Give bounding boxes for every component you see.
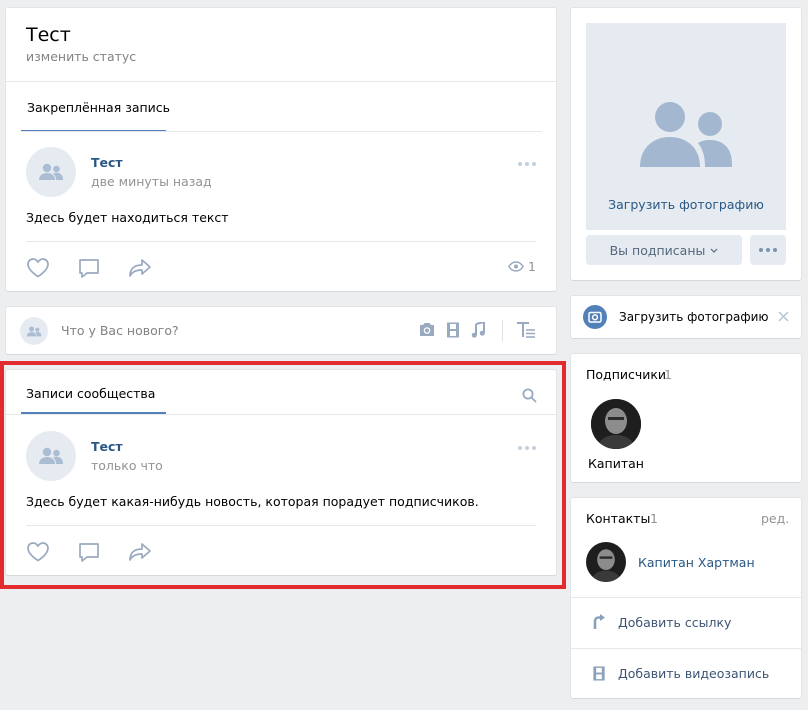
camera-icon[interactable]	[418, 322, 436, 337]
group-icon	[38, 447, 64, 465]
post-time[interactable]: две минуты назад	[91, 174, 212, 189]
page-title: Тест	[26, 24, 71, 46]
like-icon[interactable]	[26, 257, 50, 278]
post-author-avatar[interactable]	[26, 431, 76, 481]
comment-icon[interactable]	[78, 542, 100, 563]
comment-icon[interactable]	[78, 258, 100, 279]
subscribed-label: Вы подписаны	[609, 242, 706, 258]
post-text: Здесь будет находиться текст	[26, 210, 229, 225]
cover-card: Загрузить фотографию Вы подписаны	[571, 8, 801, 280]
post-composer: Что у Вас нового?	[6, 307, 556, 354]
status-edit-link[interactable]: изменить статус	[26, 49, 136, 64]
search-icon[interactable]	[522, 388, 537, 403]
contacts-title[interactable]: Контакты	[586, 511, 650, 526]
cover-upload-area[interactable]: Загрузить фотографию	[586, 23, 786, 230]
subscribed-button[interactable]: Вы подписаны	[586, 235, 742, 265]
music-icon[interactable]	[471, 322, 485, 338]
upload-notice: Загрузить фотографию	[571, 296, 801, 338]
add-video-button[interactable]: Добавить видеозапись	[618, 666, 769, 681]
camera-icon	[583, 305, 607, 329]
add-link-button[interactable]: Добавить ссылку	[618, 615, 731, 630]
views-icon	[508, 261, 524, 272]
chevron-down-icon	[710, 248, 718, 253]
upload-photo-link[interactable]: Загрузить фотографию	[586, 197, 786, 212]
share-icon[interactable]	[128, 542, 152, 562]
video-icon[interactable]	[446, 322, 460, 338]
followers-title[interactable]: Подписчики	[586, 367, 666, 382]
post-author-name[interactable]: Тест	[91, 155, 123, 170]
composer-input[interactable]: Что у Вас нового?	[61, 323, 179, 338]
post-author-avatar[interactable]	[26, 147, 76, 197]
more-options-icon	[758, 247, 778, 253]
views-count: 1	[528, 259, 536, 274]
close-icon[interactable]	[778, 311, 789, 322]
contacts-edit-link[interactable]: ред.	[761, 511, 789, 526]
group-placeholder-icon	[637, 95, 735, 171]
follower-avatar[interactable]	[591, 399, 641, 449]
profile-card: Тест изменить статус Закреплённая запись…	[6, 8, 556, 291]
group-icon	[38, 163, 64, 181]
follower-name[interactable]: Капитан	[571, 456, 661, 471]
notice-upload-label[interactable]: Загрузить фотографию	[619, 310, 769, 324]
followers-count: 1	[664, 367, 672, 382]
contact-name[interactable]: Капитан Хартман	[638, 555, 755, 570]
link-arrow-icon	[592, 614, 606, 630]
more-actions-button[interactable]	[750, 235, 786, 265]
group-icon	[26, 325, 42, 337]
followers-card: Подписчики 1 Капитан	[571, 354, 801, 482]
share-icon[interactable]	[128, 258, 152, 278]
contacts-count: 1	[650, 511, 658, 526]
tab-community-posts[interactable]: Записи сообщества	[26, 386, 155, 401]
like-icon[interactable]	[26, 541, 50, 562]
post-author-name[interactable]: Тест	[91, 439, 123, 454]
contacts-card: Контакты 1 ред. Капитан Хартман Добавить…	[571, 498, 801, 698]
text-format-icon[interactable]	[516, 321, 536, 339]
post-time[interactable]: только что	[91, 458, 163, 473]
tab-pinned-post[interactable]: Закреплённая запись	[27, 100, 170, 115]
post-text: Здесь будет какая-нибудь новость, котора…	[26, 494, 479, 509]
community-posts-card: Записи сообщества Тест только что Здесь …	[6, 370, 556, 575]
video-icon	[592, 666, 606, 681]
more-options-icon[interactable]	[517, 445, 537, 451]
more-options-icon[interactable]	[517, 161, 537, 167]
contact-avatar[interactable]	[586, 542, 626, 582]
composer-avatar	[20, 317, 48, 345]
